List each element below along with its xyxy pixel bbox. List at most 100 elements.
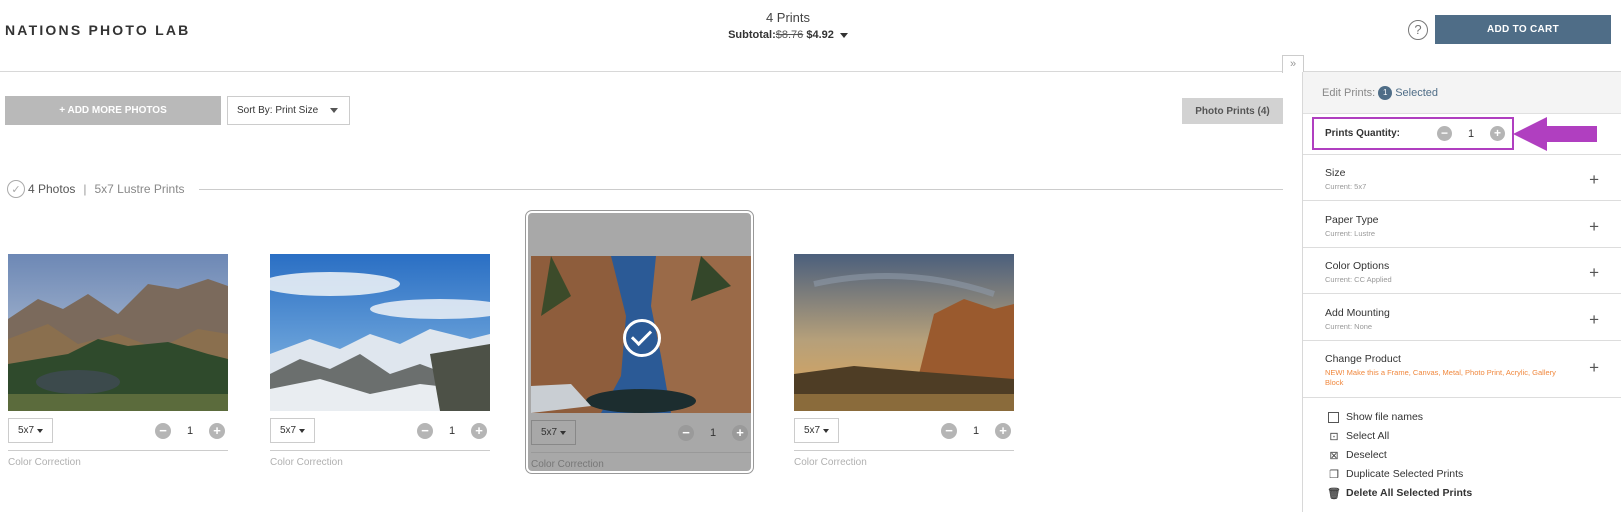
expand-plus-icon[interactable]: + <box>1589 311 1599 328</box>
deselect-button[interactable]: ⊠ Deselect <box>1328 449 1386 462</box>
divider <box>1303 340 1621 341</box>
trash-icon: 🗑 <box>1327 487 1341 500</box>
minus-icon[interactable]: − <box>417 423 433 439</box>
option-title: Change Product <box>1325 353 1401 365</box>
duplicate-label: Duplicate Selected Prints <box>1346 468 1464 480</box>
photo-card[interactable]: 5x7 − 1 + Color Correction <box>267 211 494 473</box>
plus-icon[interactable]: + <box>471 423 487 439</box>
help-icon[interactable]: ? <box>1408 20 1428 40</box>
group-separator: | <box>83 182 87 196</box>
color-correction-link[interactable]: Color Correction <box>794 457 867 468</box>
color-correction-link[interactable]: Color Correction <box>531 459 604 470</box>
color-correction-link[interactable]: Color Correction <box>270 457 343 468</box>
size-select[interactable]: 5x7 <box>8 418 53 443</box>
print-group-header: ✓ 4 Photos | 5x7 Lustre Prints <box>7 180 1283 198</box>
add-more-photos-button[interactable]: + ADD MORE PHOTOS <box>5 96 221 125</box>
plus-icon[interactable]: + <box>1490 126 1505 141</box>
sort-by-select[interactable]: Sort By: Print Size <box>227 96 350 125</box>
duplicate-prints-button[interactable]: ❐ Duplicate Selected Prints <box>1328 468 1464 481</box>
top-header: NATIONS PHOTO LAB 4 Prints Subtotal:$8.7… <box>0 0 1621 73</box>
option-title: Size <box>1325 167 1346 179</box>
size-select[interactable]: 5x7 <box>270 418 315 443</box>
edit-prints-header: Edit Prints: 1 Selected <box>1303 72 1621 114</box>
add-to-cart-button[interactable]: ADD TO CART <box>1435 15 1611 44</box>
option-title: Paper Type <box>1325 214 1379 226</box>
edit-prints-label: Edit Prints: <box>1322 86 1376 99</box>
prints-quantity-label: Prints Quantity: <box>1325 128 1401 139</box>
color-correction-link[interactable]: Color Correction <box>8 457 81 468</box>
option-current: Current: 5x7 <box>1325 182 1367 191</box>
highlight-arrow-icon <box>1513 117 1597 151</box>
option-add-mounting[interactable]: Add Mounting Current: None + <box>1325 307 1605 332</box>
show-file-names-checkbox[interactable]: Show file names <box>1328 411 1423 423</box>
option-color-options[interactable]: Color Options Current: CC Applied + <box>1325 260 1605 285</box>
size-value: 5x7 <box>279 425 297 436</box>
cart-summary: 4 Prints Subtotal:$8.76 $4.92 <box>700 10 876 41</box>
minus-icon[interactable]: − <box>155 423 171 439</box>
selected-count-badge: 1 <box>1378 85 1393 100</box>
size-value: 5x7 <box>540 427 558 438</box>
minus-icon[interactable]: − <box>1437 126 1452 141</box>
minus-icon[interactable]: − <box>941 423 957 439</box>
minus-icon[interactable]: − <box>678 425 694 441</box>
subtotal-dropdown[interactable]: Subtotal:$8.76 $4.92 <box>700 29 876 41</box>
print-count: 4 Prints <box>765 10 811 25</box>
subtotal-label: Subtotal: <box>728 29 776 41</box>
select-all-icon: ⊡ <box>1329 430 1339 443</box>
chevron-down-icon <box>823 428 830 433</box>
site-logo[interactable]: NATIONS PHOTO LAB <box>5 22 190 38</box>
expand-plus-icon[interactable]: + <box>1589 264 1599 281</box>
chevron-down-icon <box>839 32 848 38</box>
size-select[interactable]: 5x7 <box>794 418 839 443</box>
delete-selected-button[interactable]: 🗑 Delete All Selected Prints <box>1327 487 1472 500</box>
option-title: Color Options <box>1325 260 1390 272</box>
show-file-names-label: Show file names <box>1346 411 1424 423</box>
quantity-stepper: − 1 + <box>417 422 487 440</box>
select-all-button[interactable]: ⊡ Select All <box>1328 430 1390 443</box>
photo-card[interactable]: 5x7 − 1 + Color Correction <box>791 211 1018 473</box>
photo-thumbnail-sunset-hills[interactable] <box>794 254 1014 411</box>
option-new-promo: NEW! Make this a Frame, Canvas, Metal, P… <box>1325 368 1556 387</box>
photo-thumbnail-mountain-lake[interactable] <box>8 254 228 411</box>
expand-plus-icon[interactable]: + <box>1589 171 1599 188</box>
duplicate-icon: ❐ <box>1329 468 1339 481</box>
divider <box>270 450 490 451</box>
photo-card[interactable]: 5x7 − 1 + Color Correction <box>5 211 232 473</box>
option-current: Current: None <box>1325 322 1373 331</box>
photo-thumbnail-snowy-peaks[interactable] <box>270 254 490 411</box>
expand-plus-icon[interactable]: + <box>1589 359 1599 376</box>
expand-plus-icon[interactable]: + <box>1589 218 1599 235</box>
plus-icon[interactable]: + <box>995 423 1011 439</box>
checkbox-icon[interactable] <box>1328 411 1339 423</box>
option-paper-type[interactable]: Paper Type Current: Lustre + <box>1325 214 1605 239</box>
divider <box>1303 247 1621 248</box>
chevron-down-icon <box>299 428 306 433</box>
photo-prints-tab[interactable]: Photo Prints (4) <box>1182 98 1283 124</box>
quantity-stepper: − 1 + <box>155 422 225 440</box>
plus-icon[interactable]: + <box>209 423 225 439</box>
selected-label: Selected <box>1395 86 1438 99</box>
divider <box>1303 397 1621 398</box>
divider <box>8 450 228 451</box>
option-change-product[interactable]: Change Product NEW! Make this a Frame, C… <box>1325 353 1605 388</box>
select-all-label: Select All <box>1346 430 1390 442</box>
chevron-down-icon <box>560 430 567 435</box>
collapse-panel-icon[interactable]: » <box>1282 55 1304 73</box>
divider <box>1303 200 1621 201</box>
sort-label: Sort By: Print Size <box>237 105 319 116</box>
group-photo-count: 4 Photos <box>28 182 76 196</box>
photo-card-selected[interactable]: 5x7 − 1 + Color Correction <box>525 210 754 474</box>
option-current: Current: CC Applied <box>1325 275 1392 284</box>
quantity-value: 1 <box>186 425 194 437</box>
plus-icon[interactable]: + <box>732 425 748 441</box>
divider <box>1303 154 1621 155</box>
selected-check-icon <box>623 319 661 357</box>
group-select-check-icon[interactable]: ✓ <box>7 180 25 198</box>
option-size[interactable]: Size Current: 5x7 + <box>1325 167 1605 192</box>
size-select[interactable]: 5x7 <box>531 420 576 445</box>
divider <box>1303 293 1621 294</box>
prints-quantity-row: Prints Quantity: − 1 + <box>1312 117 1514 150</box>
quantity-stepper: − 1 + <box>678 424 748 442</box>
subtotal-old-price: $8.76 <box>775 29 804 41</box>
prints-quantity-value: 1 <box>1467 127 1475 140</box>
